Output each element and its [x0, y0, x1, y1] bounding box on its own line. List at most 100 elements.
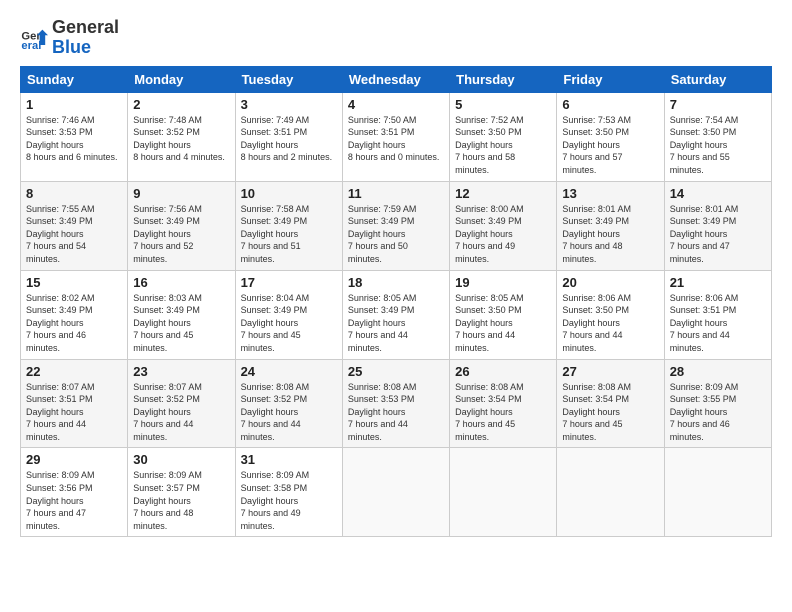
- calendar-cell: 1 Sunrise: 7:46 AMSunset: 3:53 PMDayligh…: [21, 92, 128, 181]
- logo: Gen eral General Blue: [20, 18, 119, 58]
- calendar-week-row: 22 Sunrise: 8:07 AMSunset: 3:51 PMDaylig…: [21, 359, 772, 448]
- day-number: 22: [26, 364, 122, 379]
- page-header: Gen eral General Blue: [20, 18, 772, 58]
- day-info: Sunrise: 8:01 AMSunset: 3:49 PMDaylight …: [562, 204, 631, 264]
- day-number: 9: [133, 186, 229, 201]
- calendar-cell: 26 Sunrise: 8:08 AMSunset: 3:54 PMDaylig…: [450, 359, 557, 448]
- calendar-cell: 22 Sunrise: 8:07 AMSunset: 3:51 PMDaylig…: [21, 359, 128, 448]
- day-number: 20: [562, 275, 658, 290]
- day-info: Sunrise: 8:02 AMSunset: 3:49 PMDaylight …: [26, 293, 95, 353]
- calendar-cell: 11 Sunrise: 7:59 AMSunset: 3:49 PMDaylig…: [342, 181, 449, 270]
- calendar-cell: 19 Sunrise: 8:05 AMSunset: 3:50 PMDaylig…: [450, 270, 557, 359]
- weekday-header-row: SundayMondayTuesdayWednesdayThursdayFrid…: [21, 66, 772, 92]
- day-number: 16: [133, 275, 229, 290]
- weekday-header-wednesday: Wednesday: [342, 66, 449, 92]
- day-info: Sunrise: 8:09 AMSunset: 3:58 PMDaylight …: [241, 470, 310, 530]
- calendar-cell: 10 Sunrise: 7:58 AMSunset: 3:49 PMDaylig…: [235, 181, 342, 270]
- calendar-week-row: 29 Sunrise: 8:09 AMSunset: 3:56 PMDaylig…: [21, 448, 772, 537]
- calendar-week-row: 15 Sunrise: 8:02 AMSunset: 3:49 PMDaylig…: [21, 270, 772, 359]
- day-info: Sunrise: 8:08 AMSunset: 3:53 PMDaylight …: [348, 382, 417, 442]
- calendar-cell: 12 Sunrise: 8:00 AMSunset: 3:49 PMDaylig…: [450, 181, 557, 270]
- weekday-header-thursday: Thursday: [450, 66, 557, 92]
- day-number: 10: [241, 186, 337, 201]
- day-number: 29: [26, 452, 122, 467]
- day-number: 19: [455, 275, 551, 290]
- calendar-cell: 3 Sunrise: 7:49 AMSunset: 3:51 PMDayligh…: [235, 92, 342, 181]
- day-number: 8: [26, 186, 122, 201]
- day-number: 21: [670, 275, 766, 290]
- day-info: Sunrise: 7:55 AMSunset: 3:49 PMDaylight …: [26, 204, 95, 264]
- day-info: Sunrise: 7:59 AMSunset: 3:49 PMDaylight …: [348, 204, 417, 264]
- day-info: Sunrise: 8:04 AMSunset: 3:49 PMDaylight …: [241, 293, 310, 353]
- day-info: Sunrise: 7:56 AMSunset: 3:49 PMDaylight …: [133, 204, 202, 264]
- day-number: 6: [562, 97, 658, 112]
- day-info: Sunrise: 8:07 AMSunset: 3:52 PMDaylight …: [133, 382, 202, 442]
- day-number: 24: [241, 364, 337, 379]
- calendar-cell: 29 Sunrise: 8:09 AMSunset: 3:56 PMDaylig…: [21, 448, 128, 537]
- day-number: 26: [455, 364, 551, 379]
- day-info: Sunrise: 7:50 AMSunset: 3:51 PMDaylight …: [348, 115, 440, 163]
- day-number: 14: [670, 186, 766, 201]
- calendar-page: Gen eral General Blue SundayMondayTuesda…: [0, 0, 792, 612]
- day-info: Sunrise: 8:08 AMSunset: 3:54 PMDaylight …: [455, 382, 524, 442]
- calendar-cell: 8 Sunrise: 7:55 AMSunset: 3:49 PMDayligh…: [21, 181, 128, 270]
- logo-icon: Gen eral: [20, 24, 48, 52]
- svg-text:eral: eral: [21, 40, 41, 52]
- weekday-header-friday: Friday: [557, 66, 664, 92]
- day-number: 18: [348, 275, 444, 290]
- day-info: Sunrise: 8:05 AMSunset: 3:50 PMDaylight …: [455, 293, 524, 353]
- day-info: Sunrise: 7:53 AMSunset: 3:50 PMDaylight …: [562, 115, 631, 175]
- day-number: 23: [133, 364, 229, 379]
- day-number: 31: [241, 452, 337, 467]
- day-number: 17: [241, 275, 337, 290]
- calendar-cell: 30 Sunrise: 8:09 AMSunset: 3:57 PMDaylig…: [128, 448, 235, 537]
- day-number: 11: [348, 186, 444, 201]
- weekday-header-sunday: Sunday: [21, 66, 128, 92]
- calendar-cell: 21 Sunrise: 8:06 AMSunset: 3:51 PMDaylig…: [664, 270, 771, 359]
- day-number: 4: [348, 97, 444, 112]
- calendar-week-row: 8 Sunrise: 7:55 AMSunset: 3:49 PMDayligh…: [21, 181, 772, 270]
- day-info: Sunrise: 8:08 AMSunset: 3:52 PMDaylight …: [241, 382, 310, 442]
- weekday-header-monday: Monday: [128, 66, 235, 92]
- day-info: Sunrise: 8:09 AMSunset: 3:55 PMDaylight …: [670, 382, 739, 442]
- calendar-cell: 7 Sunrise: 7:54 AMSunset: 3:50 PMDayligh…: [664, 92, 771, 181]
- calendar-cell: 18 Sunrise: 8:05 AMSunset: 3:49 PMDaylig…: [342, 270, 449, 359]
- day-info: Sunrise: 8:05 AMSunset: 3:49 PMDaylight …: [348, 293, 417, 353]
- weekday-header-saturday: Saturday: [664, 66, 771, 92]
- day-number: 30: [133, 452, 229, 467]
- calendar-cell: 20 Sunrise: 8:06 AMSunset: 3:50 PMDaylig…: [557, 270, 664, 359]
- day-info: Sunrise: 8:07 AMSunset: 3:51 PMDaylight …: [26, 382, 95, 442]
- day-info: Sunrise: 7:48 AMSunset: 3:52 PMDaylight …: [133, 115, 225, 163]
- calendar-cell: [664, 448, 771, 537]
- calendar-cell: 14 Sunrise: 8:01 AMSunset: 3:49 PMDaylig…: [664, 181, 771, 270]
- day-info: Sunrise: 8:09 AMSunset: 3:56 PMDaylight …: [26, 470, 95, 530]
- calendar-cell: 15 Sunrise: 8:02 AMSunset: 3:49 PMDaylig…: [21, 270, 128, 359]
- day-info: Sunrise: 7:58 AMSunset: 3:49 PMDaylight …: [241, 204, 310, 264]
- day-info: Sunrise: 7:54 AMSunset: 3:50 PMDaylight …: [670, 115, 739, 175]
- day-info: Sunrise: 8:03 AMSunset: 3:49 PMDaylight …: [133, 293, 202, 353]
- day-info: Sunrise: 7:52 AMSunset: 3:50 PMDaylight …: [455, 115, 524, 175]
- calendar-cell: 17 Sunrise: 8:04 AMSunset: 3:49 PMDaylig…: [235, 270, 342, 359]
- calendar-cell: 13 Sunrise: 8:01 AMSunset: 3:49 PMDaylig…: [557, 181, 664, 270]
- day-info: Sunrise: 8:08 AMSunset: 3:54 PMDaylight …: [562, 382, 631, 442]
- calendar-cell: 24 Sunrise: 8:08 AMSunset: 3:52 PMDaylig…: [235, 359, 342, 448]
- day-number: 15: [26, 275, 122, 290]
- day-number: 2: [133, 97, 229, 112]
- day-number: 7: [670, 97, 766, 112]
- calendar-cell: 6 Sunrise: 7:53 AMSunset: 3:50 PMDayligh…: [557, 92, 664, 181]
- day-number: 27: [562, 364, 658, 379]
- calendar-cell: 25 Sunrise: 8:08 AMSunset: 3:53 PMDaylig…: [342, 359, 449, 448]
- day-info: Sunrise: 8:00 AMSunset: 3:49 PMDaylight …: [455, 204, 524, 264]
- calendar-cell: 9 Sunrise: 7:56 AMSunset: 3:49 PMDayligh…: [128, 181, 235, 270]
- calendar-cell: [450, 448, 557, 537]
- logo-text: General Blue: [52, 18, 119, 58]
- calendar-cell: 4 Sunrise: 7:50 AMSunset: 3:51 PMDayligh…: [342, 92, 449, 181]
- calendar-cell: 16 Sunrise: 8:03 AMSunset: 3:49 PMDaylig…: [128, 270, 235, 359]
- day-info: Sunrise: 7:49 AMSunset: 3:51 PMDaylight …: [241, 115, 333, 163]
- calendar-cell: 2 Sunrise: 7:48 AMSunset: 3:52 PMDayligh…: [128, 92, 235, 181]
- calendar-cell: 27 Sunrise: 8:08 AMSunset: 3:54 PMDaylig…: [557, 359, 664, 448]
- day-number: 3: [241, 97, 337, 112]
- weekday-header-tuesday: Tuesday: [235, 66, 342, 92]
- calendar-cell: 31 Sunrise: 8:09 AMSunset: 3:58 PMDaylig…: [235, 448, 342, 537]
- day-info: Sunrise: 8:06 AMSunset: 3:50 PMDaylight …: [562, 293, 631, 353]
